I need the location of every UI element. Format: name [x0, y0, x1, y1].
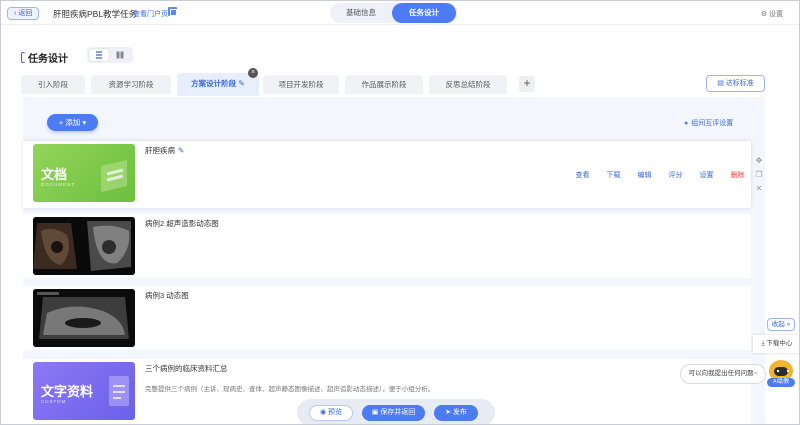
save-return-label: 保存并返回: [380, 409, 416, 416]
add-resource-button[interactable]: + 添加 ▾: [47, 114, 98, 131]
save-return-button[interactable]: ▣ 保存并返回: [362, 405, 425, 421]
back-button[interactable]: ‹ 返回: [7, 7, 40, 20]
document-icon: [101, 160, 127, 192]
app-window: ‹ 返回 肝胆疾病PBL教学任务 查看门户页 基础信息 任务设计 ⚙ 设置 任务…: [0, 0, 800, 425]
thumb-word: 文档: [41, 167, 68, 182]
save-icon: ▣: [371, 409, 381, 416]
close-icon[interactable]: ✕: [754, 182, 764, 196]
page-title: 肝胆疾病PBL教学任务: [53, 9, 138, 19]
list-icon: [96, 51, 102, 59]
edit-button[interactable]: 编辑: [629, 170, 660, 180]
card-description: 完整提供三个病例（主诉、现病史、查体、超声静态图像描述、超声造影动态描述），便于…: [145, 386, 435, 393]
ultrasound-thumbnail: [33, 289, 135, 347]
close-icon[interactable]: ×: [248, 68, 258, 78]
gear-icon: ⚙: [760, 11, 767, 18]
publish-label: 发布: [452, 409, 467, 416]
standards-label: 达标标准: [725, 80, 754, 87]
top-bar: ‹ 返回 肝胆疾病PBL教学任务 查看门户页 基础信息 任务设计 ⚙ 设置: [1, 1, 799, 25]
collapse-label: 收起: [771, 321, 785, 328]
move-icon[interactable]: ✥: [754, 154, 764, 168]
card-title: 肝胆疾病 ✎: [145, 145, 184, 156]
view-button[interactable]: 查看: [567, 170, 598, 180]
double-chevron-right-icon: »: [784, 321, 791, 328]
section-title: 任务设计: [21, 50, 68, 65]
copy-icon[interactable]: ❐: [754, 168, 764, 182]
ai-prompt-bubble[interactable]: 可以向我提出任何问题~: [680, 364, 766, 384]
stage-tabs: 引入阶段 资源学习阶段 方案设计阶段 ✎ 项目开发阶段 作品展示阶段 反思总结阶…: [1, 73, 799, 97]
stage-tab-reflect[interactable]: 反思总结阶段: [429, 75, 507, 94]
text-material-thumbnail: 文字资料 CUSTOM: [33, 362, 135, 420]
publish-button[interactable]: ➤ 发布: [434, 405, 478, 421]
group-review-setting-button[interactable]: ● 组间互评设置: [684, 118, 733, 128]
stage-tab-showcase[interactable]: 作品展示阶段: [345, 75, 423, 94]
delete-button[interactable]: 删除: [722, 170, 753, 180]
resource-card[interactable]: 病例2 超声造影动态图: [23, 214, 751, 278]
edit-icon[interactable]: ✎: [238, 79, 245, 88]
bottom-action-bar: ◉ 预览 ▣ 保存并返回 ➤ 发布: [297, 399, 495, 424]
eye-icon: ◉: [319, 409, 329, 416]
thumb-word: 文字资料: [41, 384, 94, 399]
card-title: 病例3 动态图: [145, 291, 189, 300]
stage-tab-intro[interactable]: 引入阶段: [21, 75, 85, 94]
download-center-label: 下载中心: [766, 340, 793, 347]
settings-label: 设置: [769, 11, 783, 18]
download-center-button[interactable]: ⤓ 下载中心: [753, 335, 799, 353]
edit-icon[interactable]: ✎: [178, 146, 184, 155]
add-stage-button[interactable]: +: [519, 76, 535, 92]
list-view-button[interactable]: [89, 49, 109, 61]
card-title: 病例2 超声造影动态图: [145, 219, 219, 228]
document-icon: ▤: [717, 80, 726, 87]
add-label: 添加: [65, 118, 81, 127]
score-button[interactable]: 评分: [660, 170, 691, 180]
ultrasound-thumbnail: [33, 217, 135, 275]
preview-button[interactable]: ◉ 预览: [309, 405, 353, 421]
qr-code-icon[interactable]: [168, 7, 177, 16]
top-tab-switch: 基础信息 任务设计: [330, 3, 458, 23]
resource-card[interactable]: 病例3 动态图: [23, 286, 751, 350]
resource-card[interactable]: 文档 DOCUMENT 肝胆疾病 ✎ 查看 下载 编辑 评分 设置 删除: [23, 141, 751, 208]
tab-task-design[interactable]: 任务设计: [392, 3, 456, 23]
ultrasound-image-icon: [33, 289, 135, 347]
chevron-left-icon: ‹: [14, 10, 17, 17]
view-toggle: [87, 47, 133, 63]
card-actions: 查看 下载 编辑 评分 设置 删除: [567, 170, 753, 180]
document-icon: [109, 376, 129, 406]
card-side-tools: ✥ ❐ ✕: [754, 154, 764, 196]
section-title-text: 任务设计: [28, 54, 68, 65]
tab-basic-info[interactable]: 基础信息: [330, 3, 392, 23]
download-button[interactable]: 下载: [598, 170, 629, 180]
preview-label: 预览: [328, 409, 343, 416]
settings-button[interactable]: ⚙ 设置: [761, 9, 783, 19]
setting-button[interactable]: 设置: [691, 170, 722, 180]
users-icon: ●: [684, 119, 689, 127]
standards-button[interactable]: ▤ 达标标准: [706, 75, 765, 92]
grid-icon: [116, 51, 124, 59]
ai-assistant-label[interactable]: AI助教: [767, 378, 795, 387]
stage-tab-design[interactable]: 方案设计阶段 ✎: [177, 73, 259, 96]
thumb-sub: DOCUMENT: [41, 182, 75, 187]
ultrasound-image-icon: [33, 217, 135, 275]
grid-view-button[interactable]: [110, 49, 130, 61]
stage-tab-design-label: 方案设计阶段: [191, 79, 237, 88]
caret-down-icon: ▾: [80, 118, 87, 127]
card-title-text: 肝胆疾病: [145, 146, 175, 155]
document-thumbnail: 文档 DOCUMENT: [33, 144, 135, 202]
send-icon: ➤: [445, 409, 453, 416]
collapse-button[interactable]: 收起 »: [767, 318, 795, 331]
section-mark-icon: [21, 52, 25, 63]
stage-tab-resource[interactable]: 资源学习阶段: [91, 75, 171, 94]
thumb-sub: CUSTOM: [41, 399, 67, 404]
portal-link[interactable]: 查看门户页: [133, 9, 168, 19]
back-label: 返回: [18, 10, 33, 17]
stage-tab-dev[interactable]: 项目开发阶段: [263, 75, 339, 94]
group-review-label: 组间互评设置: [691, 120, 734, 127]
card-title: 三个病例的临床资料汇总: [145, 364, 228, 373]
